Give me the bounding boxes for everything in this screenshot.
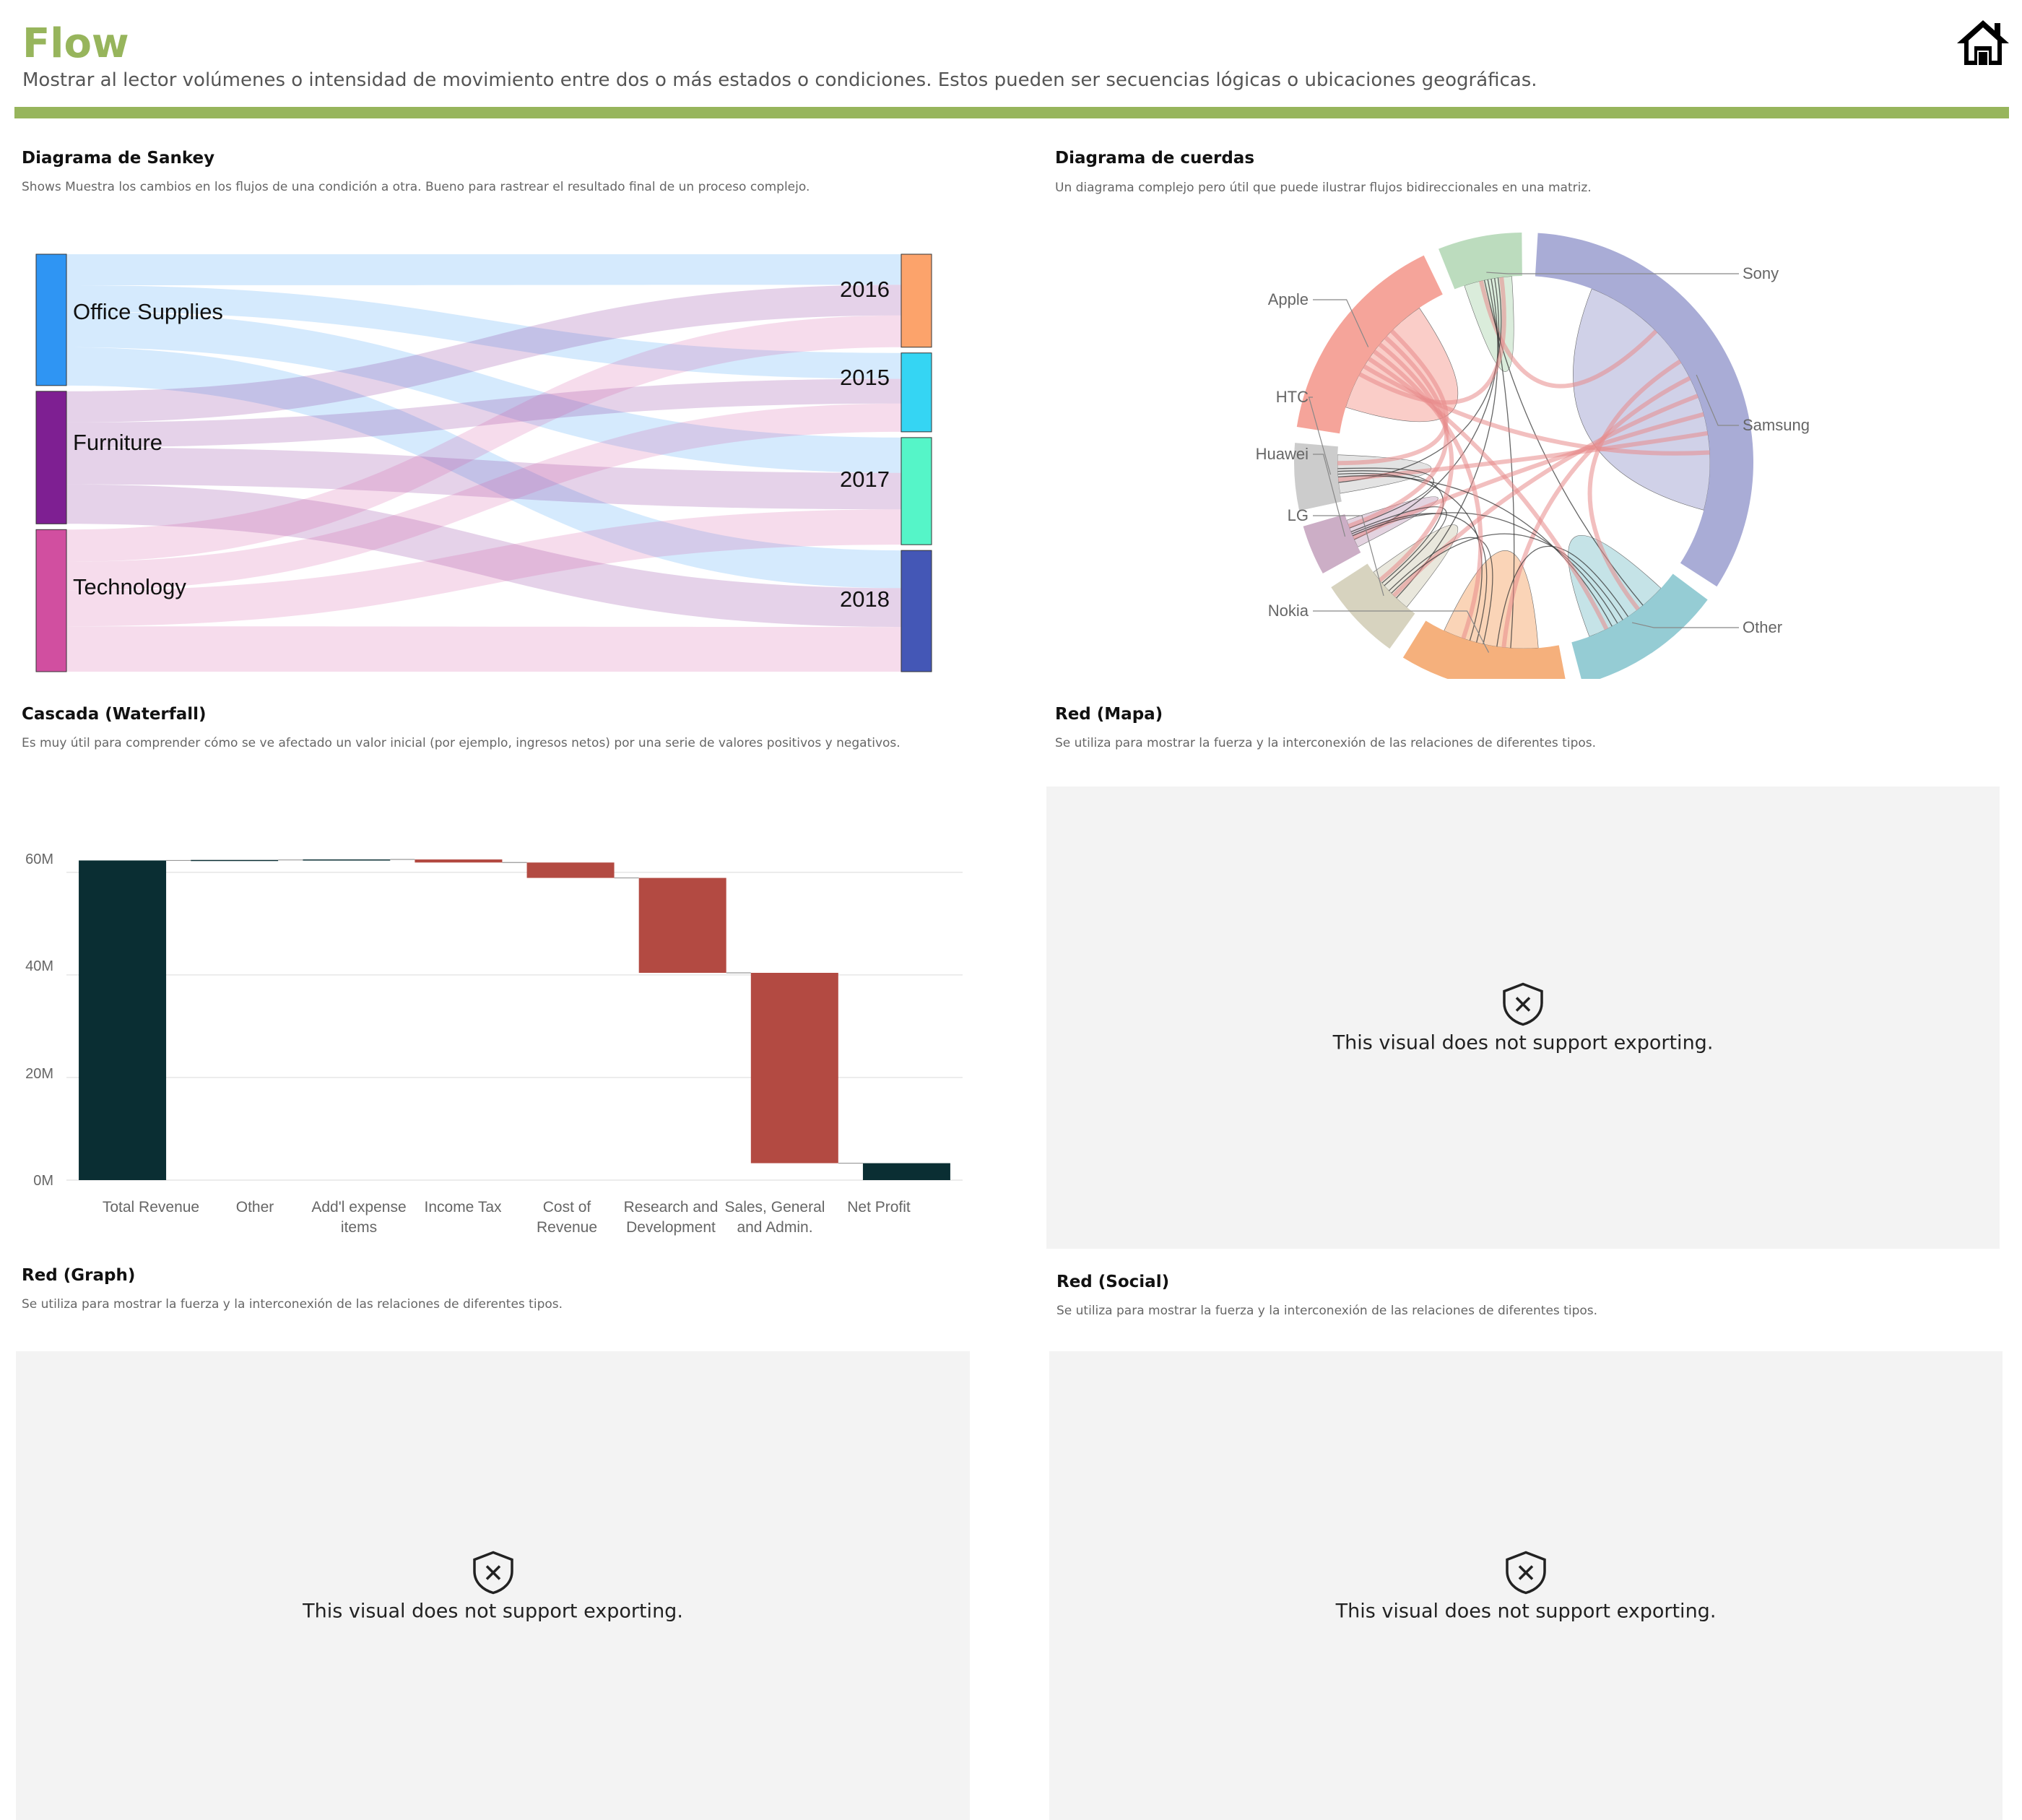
waterfall-description: Es muy útil para comprender cómo se ve a… (22, 736, 901, 750)
waterfall-bar[interactable] (750, 972, 838, 1164)
waterfall-bar[interactable] (191, 859, 279, 862)
x-tick-label: Sales, General (725, 1199, 825, 1216)
waterfall-y-axis: 60M 40M 20M 0M (25, 852, 53, 1189)
red-social-placeholder: This visual does not support exporting. (1049, 1351, 2003, 1820)
export-unsupported-message: This visual does not support exporting. (303, 1600, 683, 1622)
chord-label-lg: LG (1288, 506, 1309, 524)
waterfall-bar[interactable] (303, 859, 391, 861)
chord-label-other: Other (1743, 618, 1782, 636)
red-social-description: Se utiliza para mostrar la fuerza y la i… (1056, 1304, 1598, 1318)
sankey-source-label: Furniture (73, 430, 162, 455)
chord-ribbons (1337, 276, 1711, 649)
y-tick-label: 60M (25, 852, 53, 867)
chord-label-apple: Apple (1268, 290, 1309, 308)
red-social-title: Red (Social) (1056, 1273, 1170, 1291)
sankey-source-node[interactable] (35, 529, 67, 672)
sankey-source-node[interactable] (35, 254, 67, 386)
export-unsupported-message: This visual does not support exporting. (1335, 1600, 1717, 1622)
x-tick-label: Total Revenue (103, 1199, 199, 1216)
red-mapa-description: Se utiliza para mostrar la fuerza y la i… (1055, 736, 1597, 750)
y-tick-label: 40M (25, 958, 53, 974)
chord-title: Diagrama de cuerdas (1055, 149, 1255, 168)
red-mapa-placeholder: This visual does not support exporting. (1046, 786, 2000, 1249)
chord-self-ribbon (1464, 276, 1514, 372)
sankey-source-label: Office Supplies (73, 299, 223, 324)
waterfall-x-axis: Total Revenue Other Add'l expense items … (103, 1199, 911, 1236)
waterfall-bar[interactable] (862, 1163, 950, 1180)
x-tick-label: Revenue (537, 1219, 597, 1236)
sankey-description: Shows Muestra los cambios en los flujos … (22, 180, 810, 194)
red-graph-title: Red (Graph) (22, 1266, 136, 1285)
accent-bar (14, 107, 2009, 118)
sankey-source-label: Technology (73, 574, 186, 599)
chord-description: Un diagrama complejo pero útil que puede… (1055, 181, 1592, 195)
shield-x-icon (1503, 982, 1543, 1026)
shield-x-icon (1506, 1551, 1546, 1594)
export-unsupported-message: This visual does not support exporting. (1332, 1031, 1714, 1054)
chord-label-htc: HTC (1276, 388, 1309, 406)
y-tick-label: 0M (33, 1173, 53, 1189)
x-tick-label: Add'l expense (311, 1199, 406, 1216)
sankey-target-node[interactable] (901, 437, 932, 545)
sankey-title: Diagrama de Sankey (22, 149, 215, 168)
sankey-chart[interactable]: Office Supplies Furniture Technology 201… (29, 246, 939, 679)
sankey-target-label: 2018 (840, 586, 890, 612)
x-tick-label: Cost of (543, 1199, 591, 1216)
x-tick-label: and Admin. (737, 1219, 812, 1236)
waterfall-bars (79, 859, 950, 1180)
waterfall-bar[interactable] (415, 859, 503, 863)
x-tick-label: Income Tax (425, 1199, 502, 1216)
sankey-link[interactable] (66, 254, 901, 285)
sankey-target-label: 2017 (840, 467, 890, 492)
sankey-target-node[interactable] (901, 550, 932, 672)
red-mapa-title: Red (Mapa) (1055, 705, 1163, 724)
sankey-link[interactable] (66, 626, 901, 672)
sankey-target-label: 2016 (840, 277, 890, 302)
chord-label-sony: Sony (1743, 264, 1779, 282)
waterfall-bar[interactable] (79, 860, 167, 1180)
home-icon[interactable] (1954, 17, 2012, 66)
chord-chart[interactable]: Sony Samsung Other Nokia LG Huawei HTC A… (1228, 231, 1878, 679)
chord-label-huawei: Huawei (1256, 445, 1309, 463)
x-tick-label: items (341, 1219, 377, 1236)
waterfall-chart[interactable]: 60M 40M 20M 0M Total Revenue Other Add'l… (0, 823, 982, 1257)
x-tick-label: Research and (624, 1199, 719, 1216)
shield-x-icon (472, 1551, 513, 1594)
sankey-target-label: 2015 (840, 365, 890, 390)
waterfall-bar[interactable] (526, 862, 615, 878)
red-graph-description: Se utiliza para mostrar la fuerza y la i… (22, 1297, 563, 1312)
x-tick-label: Other (236, 1199, 274, 1216)
chord-label-nokia: Nokia (1268, 602, 1309, 620)
sankey-source-node[interactable] (35, 391, 67, 524)
chord-label-samsung: Samsung (1743, 416, 1810, 434)
waterfall-bar[interactable] (638, 878, 726, 973)
waterfall-title: Cascada (Waterfall) (22, 705, 207, 724)
red-graph-placeholder: This visual does not support exporting. (16, 1351, 970, 1820)
page-subtitle: Mostrar al lector volúmenes o intensidad… (22, 69, 1537, 91)
x-tick-label: Development (626, 1219, 716, 1236)
x-tick-label: Net Profit (847, 1199, 911, 1216)
page-title: Flow (22, 20, 129, 67)
y-tick-label: 20M (25, 1066, 53, 1082)
sankey-target-node[interactable] (901, 254, 932, 348)
sankey-target-node[interactable] (901, 352, 932, 433)
